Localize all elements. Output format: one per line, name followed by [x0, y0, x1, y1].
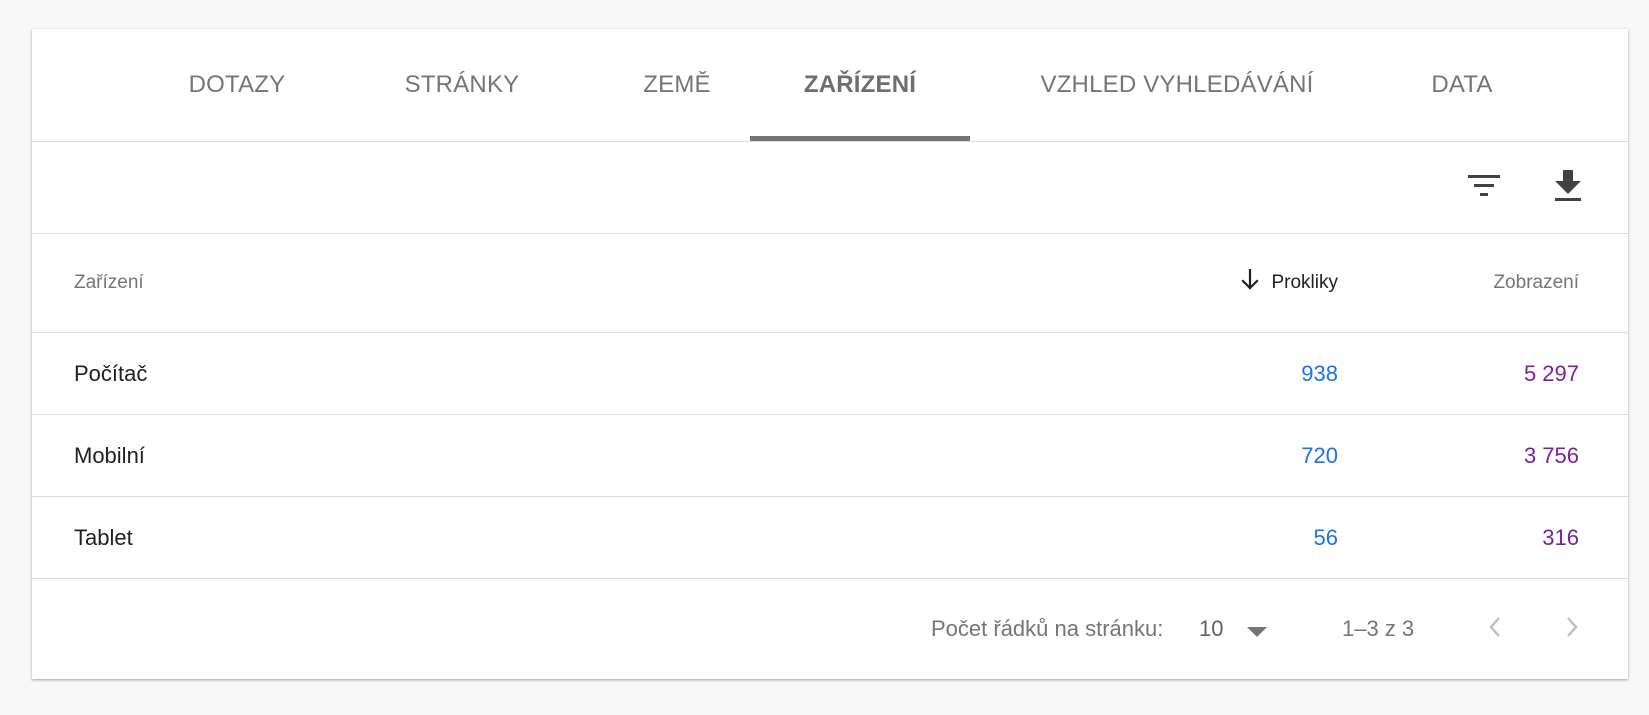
chevron-left-icon: [1488, 616, 1502, 643]
tab-pages[interactable]: STRÁNKY: [362, 29, 562, 141]
tab-search-appearance[interactable]: VZHLED VYHLEDÁVÁNÍ: [1012, 29, 1342, 141]
table-row[interactable]: Mobilní 720 3 756: [32, 415, 1628, 497]
performance-table-card: DOTAZY STRÁNKY ZEMĚ ZAŘÍZENÍ VZHLED VYHL…: [32, 29, 1628, 679]
column-header-device-label: Zařízení: [74, 272, 144, 293]
rows-per-page-select[interactable]: 10: [1199, 609, 1268, 649]
impressions-value: 316: [1542, 524, 1579, 550]
clicks-value: 56: [1313, 524, 1338, 550]
tab-countries[interactable]: ZEMĚ: [590, 29, 764, 141]
previous-page-button[interactable]: [1473, 607, 1517, 651]
pagination-bar: Počet řádků na stránku: 10 1–3 z 3: [32, 579, 1628, 679]
tab-devices[interactable]: ZAŘÍZENÍ: [750, 29, 970, 141]
rows-per-page-label: Počet řádků na stránku:: [931, 616, 1164, 641]
column-header-impressions-label: Zobrazení: [1493, 272, 1579, 293]
column-header-clicks[interactable]: Prokliky: [1241, 234, 1338, 332]
device-name: Mobilní: [74, 442, 145, 468]
table-row[interactable]: Tablet 56 316: [32, 497, 1628, 579]
clicks-value: 720: [1301, 442, 1338, 468]
device-name: Tablet: [74, 524, 133, 550]
export-button[interactable]: [1546, 166, 1590, 210]
table-toolbar: [32, 142, 1628, 234]
tab-bar: DOTAZY STRÁNKY ZEMĚ ZAŘÍZENÍ VZHLED VYHL…: [32, 29, 1628, 142]
device-name: Počítač: [74, 360, 148, 386]
tab-dates[interactable]: DATA: [1392, 29, 1532, 141]
sort-descending-icon: [1241, 269, 1260, 294]
table-row[interactable]: Počítač 938 5 297: [32, 333, 1628, 415]
chevron-right-icon: [1565, 616, 1579, 643]
active-tab-indicator: [750, 136, 970, 141]
next-page-button[interactable]: [1550, 607, 1594, 651]
download-icon: [1554, 169, 1582, 207]
filter-button[interactable]: [1462, 166, 1506, 210]
pagination-range: 1–3 z 3: [1342, 616, 1415, 641]
tab-queries[interactable]: DOTAZY: [152, 29, 322, 141]
filter-icon: [1468, 173, 1500, 204]
column-header-device[interactable]: Zařízení: [74, 234, 144, 332]
table-header: Zařízení Prokliky Zobrazení: [32, 234, 1628, 333]
column-header-impressions[interactable]: Zobrazení: [1493, 234, 1579, 332]
rows-per-page-value: 10: [1199, 616, 1224, 641]
clicks-value: 938: [1301, 360, 1338, 386]
impressions-value: 5 297: [1523, 360, 1579, 386]
impressions-value: 3 756: [1523, 442, 1579, 468]
column-header-clicks-label: Prokliky: [1271, 272, 1338, 293]
dropdown-arrow-icon: [1247, 624, 1268, 637]
